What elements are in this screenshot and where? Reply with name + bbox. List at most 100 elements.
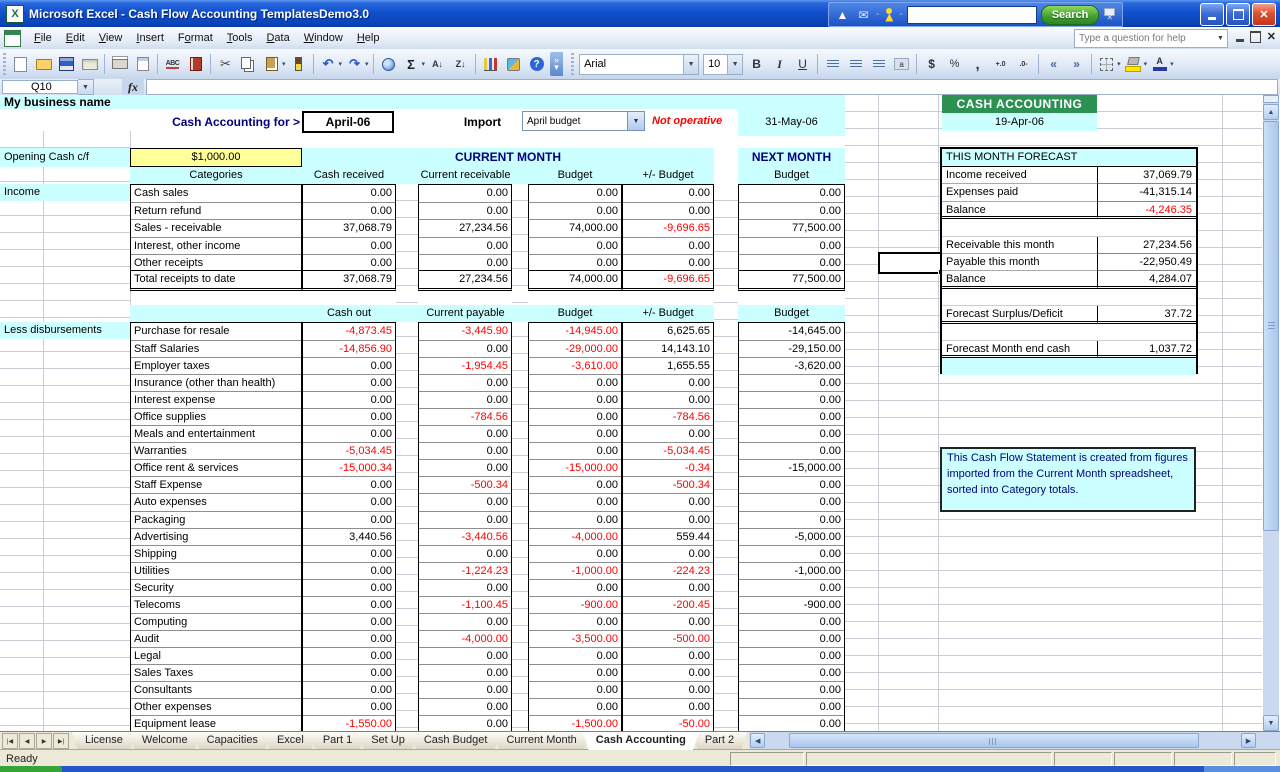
cell[interactable]: 0.00 xyxy=(419,185,511,202)
increase-decimal-icon[interactable] xyxy=(990,54,1011,75)
cell[interactable]: 0.00 xyxy=(529,425,621,442)
cell[interactable]: -3,620.00 xyxy=(739,357,844,374)
cash-accounting-header-cell[interactable]: CASH ACCOUNTING xyxy=(942,95,1097,113)
cell[interactable]: 27,234.56 xyxy=(419,219,511,236)
income-row-label[interactable]: Income xyxy=(0,184,130,201)
cell[interactable]: 0.00 xyxy=(303,391,395,408)
title-search-input[interactable] xyxy=(907,6,1037,24)
cell[interactable]: -14,945.00 xyxy=(529,323,621,340)
cell[interactable]: 0.00 xyxy=(739,664,844,681)
cell[interactable]: Equipment lease xyxy=(131,715,301,731)
cell[interactable]: 0.00 xyxy=(623,202,713,219)
cell[interactable]: 0.00 xyxy=(623,647,713,664)
scrollbar-split-handle[interactable] xyxy=(1263,95,1279,103)
help-icon[interactable] xyxy=(526,54,547,75)
cell[interactable]: Cash sales xyxy=(131,185,301,202)
cell[interactable]: 0.00 xyxy=(419,202,511,219)
insert-hyperlink-icon[interactable] xyxy=(378,54,399,75)
cell[interactable]: 0.00 xyxy=(303,647,395,664)
cell[interactable]: -4,873.45 xyxy=(303,323,395,340)
cell[interactable]: 0.00 xyxy=(303,511,395,528)
cell[interactable]: -29,000.00 xyxy=(529,340,621,357)
chevron-down-icon[interactable]: ▾ xyxy=(1144,60,1148,68)
cell[interactable]: Shipping xyxy=(131,545,301,562)
cell[interactable]: 0.00 xyxy=(623,185,713,202)
cell[interactable]: -5,034.45 xyxy=(623,442,713,459)
cell[interactable]: -500.00 xyxy=(623,630,713,647)
cell[interactable]: 0.00 xyxy=(623,681,713,698)
cell[interactable]: Legal xyxy=(131,647,301,664)
cell[interactable]: 0.00 xyxy=(739,202,844,219)
less-disbursements-label[interactable]: Less disbursements xyxy=(0,322,130,339)
cell[interactable]: -1,954.45 xyxy=(419,357,511,374)
help-question-box[interactable]: Type a question for help ▼ xyxy=(1074,29,1228,48)
new-document-icon[interactable] xyxy=(10,54,31,75)
next-month-date-cell[interactable]: 31-May-06 xyxy=(738,109,845,136)
cell[interactable]: 0.00 xyxy=(419,545,511,562)
cell[interactable]: Consultants xyxy=(131,681,301,698)
cell[interactable]: 74,000.00 xyxy=(529,219,621,236)
cell[interactable]: 0.00 xyxy=(419,442,511,459)
cell[interactable]: 0.00 xyxy=(739,493,844,510)
tab-capacities[interactable]: Capacities xyxy=(194,732,271,750)
cell[interactable]: 0.00 xyxy=(739,681,844,698)
chevron-down-icon[interactable]: ▾ xyxy=(422,60,426,68)
prev-sheet-icon[interactable]: ◀ xyxy=(19,733,35,749)
opening-cash-value-cell[interactable]: $1,000.00 xyxy=(130,148,302,167)
cell[interactable]: 0.00 xyxy=(529,442,621,459)
cell[interactable]: 37,068.79 xyxy=(303,219,395,236)
cell[interactable]: 0.00 xyxy=(739,511,844,528)
tab-welcome[interactable]: Welcome xyxy=(129,732,201,750)
toolbar-window-icon[interactable] xyxy=(1103,7,1117,23)
scroll-up-icon[interactable]: ▲ xyxy=(1263,104,1279,120)
cell[interactable]: 0.00 xyxy=(529,493,621,510)
cell[interactable]: 0.00 xyxy=(739,425,844,442)
cell[interactable]: 0.00 xyxy=(529,391,621,408)
cell[interactable]: Advertising xyxy=(131,528,301,545)
toolbar-grip[interactable] xyxy=(3,53,6,75)
cell[interactable]: 0.00 xyxy=(419,425,511,442)
menu-window[interactable]: Window xyxy=(297,29,350,47)
cell[interactable]: Insurance (other than health) xyxy=(131,374,301,391)
next-sheet-icon[interactable]: ▶ xyxy=(36,733,52,749)
cell[interactable]: 0.00 xyxy=(623,545,713,562)
cell[interactable]: -14,856.90 xyxy=(303,340,395,357)
cell[interactable]: Meals and entertainment xyxy=(131,425,301,442)
cell[interactable]: 0.00 xyxy=(419,493,511,510)
chevron-down-icon[interactable]: ▼ xyxy=(683,55,698,74)
tab-license[interactable]: License xyxy=(72,732,136,750)
cell[interactable]: -3,500.00 xyxy=(529,630,621,647)
cell[interactable]: 0.00 xyxy=(529,545,621,562)
cell[interactable]: Sales Taxes xyxy=(131,664,301,681)
cell[interactable]: 0.00 xyxy=(303,476,395,493)
cell[interactable]: 0.00 xyxy=(419,698,511,715)
cell[interactable]: 0.00 xyxy=(739,613,844,630)
cell[interactable]: 74,000.00 xyxy=(529,271,621,288)
borders-icon[interactable] xyxy=(1096,54,1117,75)
menu-tools[interactable]: Tools xyxy=(220,29,260,47)
cell[interactable]: 0.00 xyxy=(623,511,713,528)
forecast-value[interactable] xyxy=(1097,219,1196,236)
cell[interactable]: 0.00 xyxy=(739,237,844,254)
chevron-down-icon[interactable]: ▾ xyxy=(282,60,286,68)
forecast-value[interactable]: 37.72 xyxy=(1097,306,1196,323)
cell[interactable]: 0.00 xyxy=(303,681,395,698)
cell[interactable]: 0.00 xyxy=(303,545,395,562)
cell[interactable]: 0.00 xyxy=(529,202,621,219)
cell[interactable]: Office supplies xyxy=(131,408,301,425)
import-select[interactable]: April budget ▼ xyxy=(522,111,645,131)
cell[interactable]: -15,000.00 xyxy=(529,459,621,476)
forecast-value[interactable]: 1,037.72 xyxy=(1097,341,1196,358)
cell[interactable]: 0.00 xyxy=(419,715,511,731)
cell[interactable]: 0.00 xyxy=(739,630,844,647)
cell[interactable]: 0.00 xyxy=(739,545,844,562)
toolbar-overflow-button[interactable]: »▾ xyxy=(550,52,563,76)
cell[interactable]: 0.00 xyxy=(623,698,713,715)
cell[interactable]: 0.00 xyxy=(419,340,511,357)
cell[interactable]: 0.00 xyxy=(529,579,621,596)
cell[interactable]: -9,696.65 xyxy=(623,271,713,288)
cell[interactable]: 27,234.56 xyxy=(419,271,511,288)
cell[interactable]: 0.00 xyxy=(739,254,844,271)
workbook-icon[interactable] xyxy=(4,30,21,47)
opening-cash-label-cell[interactable]: Opening Cash c/f xyxy=(0,148,130,167)
